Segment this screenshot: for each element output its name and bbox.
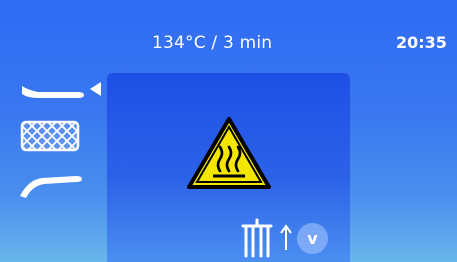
menu-item-basket[interactable] — [18, 120, 106, 154]
arrow-up-icon — [280, 224, 292, 250]
menu-item-curved-handpiece[interactable] — [18, 170, 106, 200]
instrument-menu — [0, 0, 110, 262]
handpiece-curved-icon — [20, 176, 82, 198]
confirm-button[interactable]: v — [297, 223, 328, 254]
main-panel: v — [107, 73, 350, 262]
basket-mesh-icon — [20, 120, 80, 152]
handpiece-straight-icon — [22, 86, 84, 98]
clock: 20:35 — [396, 33, 447, 52]
hot-surface-warning-icon — [187, 117, 271, 189]
header-program-label: 134°C / 3 min — [152, 33, 273, 53]
lift-icon[interactable] — [237, 218, 277, 258]
selector-arrow — [90, 82, 101, 96]
